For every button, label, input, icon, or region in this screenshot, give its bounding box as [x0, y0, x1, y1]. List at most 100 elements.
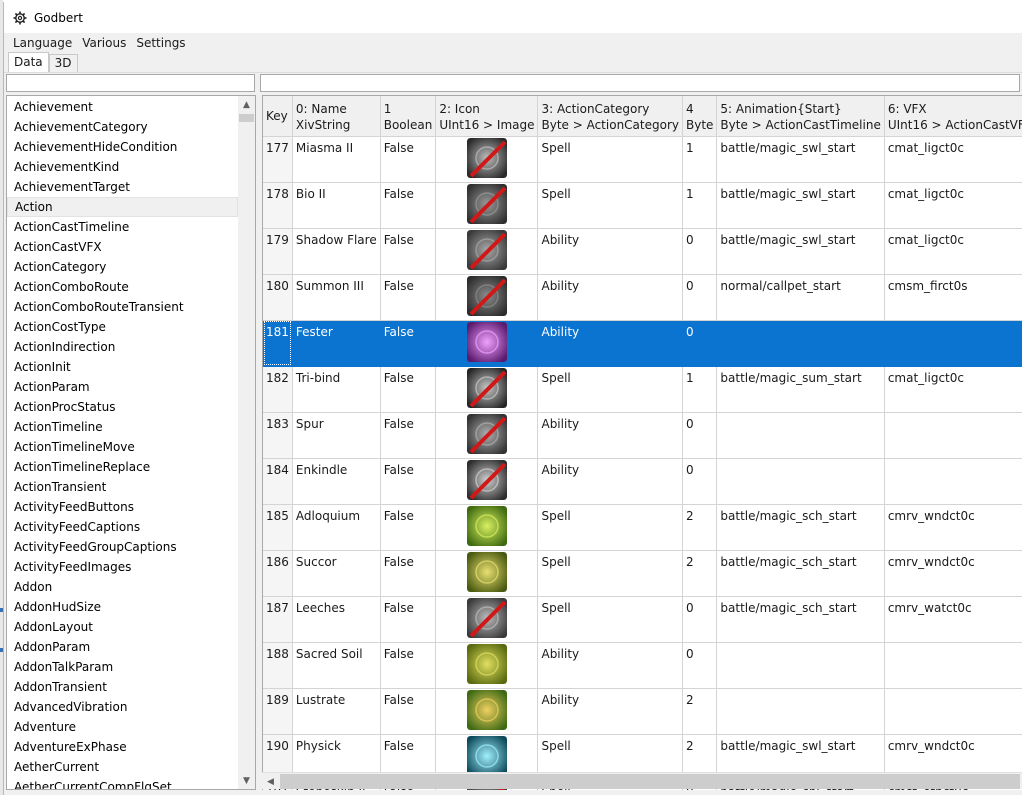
cell-flag[interactable]: False	[380, 274, 437, 321]
cell-category[interactable]: Ability	[537, 320, 683, 367]
cell-animation[interactable]: battle/magic_swl_start	[716, 228, 885, 275]
table-row[interactable]: 180 Summon III False Ability 0 normal/callpet…	[263, 274, 1022, 321]
cell-byte4[interactable]: 0	[682, 642, 718, 689]
sheet-item-actionparam[interactable]: ActionParam	[7, 377, 238, 397]
cell-category[interactable]: Ability	[537, 274, 683, 321]
cell-byte4[interactable]: 2	[682, 550, 718, 597]
cell-flag[interactable]: False	[380, 228, 437, 275]
cell-byte4[interactable]: 0	[682, 596, 718, 643]
icon-cell[interactable]	[435, 136, 539, 183]
cell-animation[interactable]	[716, 320, 885, 367]
icon-cell[interactable]	[435, 412, 539, 459]
tab-data[interactable]: Data	[8, 52, 49, 72]
row-key-cell[interactable]: 183	[263, 412, 293, 459]
row-key-cell[interactable]: 189	[263, 688, 293, 735]
icon-cell[interactable]	[435, 688, 539, 735]
row-key-cell[interactable]: 179	[263, 228, 293, 275]
cell-byte4[interactable]: 1	[682, 366, 718, 413]
sheet-item-achievementtarget[interactable]: AchievementTarget	[7, 177, 238, 197]
cell-category[interactable]: Ability	[537, 412, 683, 459]
cell-animation[interactable]: battle/magic_sch_start	[716, 596, 885, 643]
cell-flag[interactable]: False	[380, 182, 437, 229]
menu-various[interactable]: Various	[77, 33, 131, 53]
sheet-item-actioncategory[interactable]: ActionCategory	[7, 257, 238, 277]
cell-animation[interactable]: battle/magic_sum_start	[716, 366, 885, 413]
sheet-item-actioninit[interactable]: ActionInit	[7, 357, 238, 377]
cell-byte4[interactable]: 2	[682, 504, 718, 551]
column-header[interactable]: 4 Byte	[682, 96, 718, 137]
sheet-item-actiontransient[interactable]: ActionTransient	[7, 477, 238, 497]
row-key-cell[interactable]: 181	[263, 320, 293, 367]
sheet-item-activityfeedgroupcaptions[interactable]: ActivityFeedGroupCaptions	[7, 537, 238, 557]
sheet-item-addontalkparam[interactable]: AddonTalkParam	[7, 657, 238, 677]
cell-vfx[interactable]: cmsm_firct0s	[884, 274, 1022, 321]
cell-animation[interactable]	[716, 458, 885, 505]
column-header[interactable]: 3: ActionCategory Byte > ActionCategory	[537, 96, 683, 137]
column-header[interactable]: 0: Name XivString	[292, 96, 381, 137]
table-row[interactable]: 177 Miasma II False Spell 1 battle/magic_swl_…	[263, 136, 1022, 183]
icon-cell[interactable]	[435, 274, 539, 321]
cell-category[interactable]: Spell	[537, 550, 683, 597]
sheet-list[interactable]: Achievement AchievementCategory Achievemen…	[6, 95, 256, 790]
scroll-down-icon[interactable]: ▼	[238, 772, 255, 789]
table-row[interactable]: 183 Spur False Ability 0	[263, 412, 1022, 459]
cell-vfx[interactable]: cmrv_wndct0c	[884, 504, 1022, 551]
row-key-cell[interactable]: 187	[263, 596, 293, 643]
cell-byte4[interactable]: 0	[682, 320, 718, 367]
cell-category[interactable]: Ability	[537, 228, 683, 275]
cell-flag[interactable]: False	[380, 136, 437, 183]
column-header[interactable]: Key	[263, 96, 293, 137]
cell-flag[interactable]: False	[380, 412, 437, 459]
table-row[interactable]: 185 Adloquium False Spell 2 battle/magic_sch_…	[263, 504, 1022, 551]
sheet-item-activityfeedimages[interactable]: ActivityFeedImages	[7, 557, 238, 577]
sheet-item-achievementhidecondition[interactable]: AchievementHideCondition	[7, 137, 238, 157]
cell-animation[interactable]: normal/callpet_start	[716, 274, 885, 321]
sheet-item-actionprocstatus[interactable]: ActionProcStatus	[7, 397, 238, 417]
sheet-item-actioncosttype[interactable]: ActionCostType	[7, 317, 238, 337]
cell-animation[interactable]: battle/magic_swl_start	[716, 136, 885, 183]
sheet-item-actiontimeline[interactable]: ActionTimeline	[7, 417, 238, 437]
icon-cell[interactable]	[435, 182, 539, 229]
cell-animation[interactable]: battle/magic_sch_start	[716, 504, 885, 551]
cell-name[interactable]: Tri-bind	[292, 366, 381, 413]
grid-filter-input[interactable]	[260, 74, 1020, 92]
sheet-item-actiontimelinemove[interactable]: ActionTimelineMove	[7, 437, 238, 457]
cell-name[interactable]: Fester	[292, 320, 381, 367]
cell-name[interactable]: Lustrate	[292, 688, 381, 735]
cell-vfx[interactable]	[884, 688, 1022, 735]
sheet-item-addonparam[interactable]: AddonParam	[7, 637, 238, 657]
scroll-thumb[interactable]	[239, 114, 254, 122]
column-header[interactable]: 6: VFX UInt16 > ActionCastVFX	[884, 96, 1022, 137]
row-key-cell[interactable]: 186	[263, 550, 293, 597]
sheet-item-actioncastvfx[interactable]: ActionCastVFX	[7, 237, 238, 257]
scroll-up-icon[interactable]: ▲	[238, 96, 255, 113]
table-row[interactable]: 181 Fester False Ability 0	[263, 320, 1022, 367]
cell-flag[interactable]: False	[380, 642, 437, 689]
cell-animation[interactable]	[716, 688, 885, 735]
table-row[interactable]: 187 Leeches False Spell 0 battle/magic_sch_st…	[263, 596, 1022, 643]
table-row[interactable]: 179 Shadow Flare False Ability 0 battle/magic…	[263, 228, 1022, 275]
cell-name[interactable]: Enkindle	[292, 458, 381, 505]
menu-settings[interactable]: Settings	[131, 33, 190, 53]
sheet-item-aethercurrentcompflgset[interactable]: AetherCurrentCompFlgSet	[7, 777, 238, 789]
cell-name[interactable]: Adloquium	[292, 504, 381, 551]
cell-flag[interactable]: False	[380, 596, 437, 643]
cell-animation[interactable]	[716, 412, 885, 459]
cell-name[interactable]: Miasma II	[292, 136, 381, 183]
sheet-item-actiontimelinereplace[interactable]: ActionTimelineReplace	[7, 457, 238, 477]
sheet-item-activityfeedbuttons[interactable]: ActivityFeedButtons	[7, 497, 238, 517]
scroll-left-icon[interactable]: ◀	[262, 773, 279, 790]
cell-flag[interactable]: False	[380, 550, 437, 597]
cell-flag[interactable]: False	[380, 366, 437, 413]
cell-name[interactable]: Succor	[292, 550, 381, 597]
cell-vfx[interactable]	[884, 642, 1022, 689]
icon-cell[interactable]	[435, 228, 539, 275]
sheet-item-achievementcategory[interactable]: AchievementCategory	[7, 117, 238, 137]
sheet-item-actioncomboroute[interactable]: ActionComboRoute	[7, 277, 238, 297]
icon-cell[interactable]	[435, 504, 539, 551]
sheet-item-addonhudsize[interactable]: AddonHudSize	[7, 597, 238, 617]
cell-category[interactable]: Spell	[537, 182, 683, 229]
sheet-item-aethercurrent[interactable]: AetherCurrent	[7, 757, 238, 777]
column-header[interactable]: 2: Icon UInt16 > Image	[435, 96, 539, 137]
sheet-item-addontransient[interactable]: AddonTransient	[7, 677, 238, 697]
